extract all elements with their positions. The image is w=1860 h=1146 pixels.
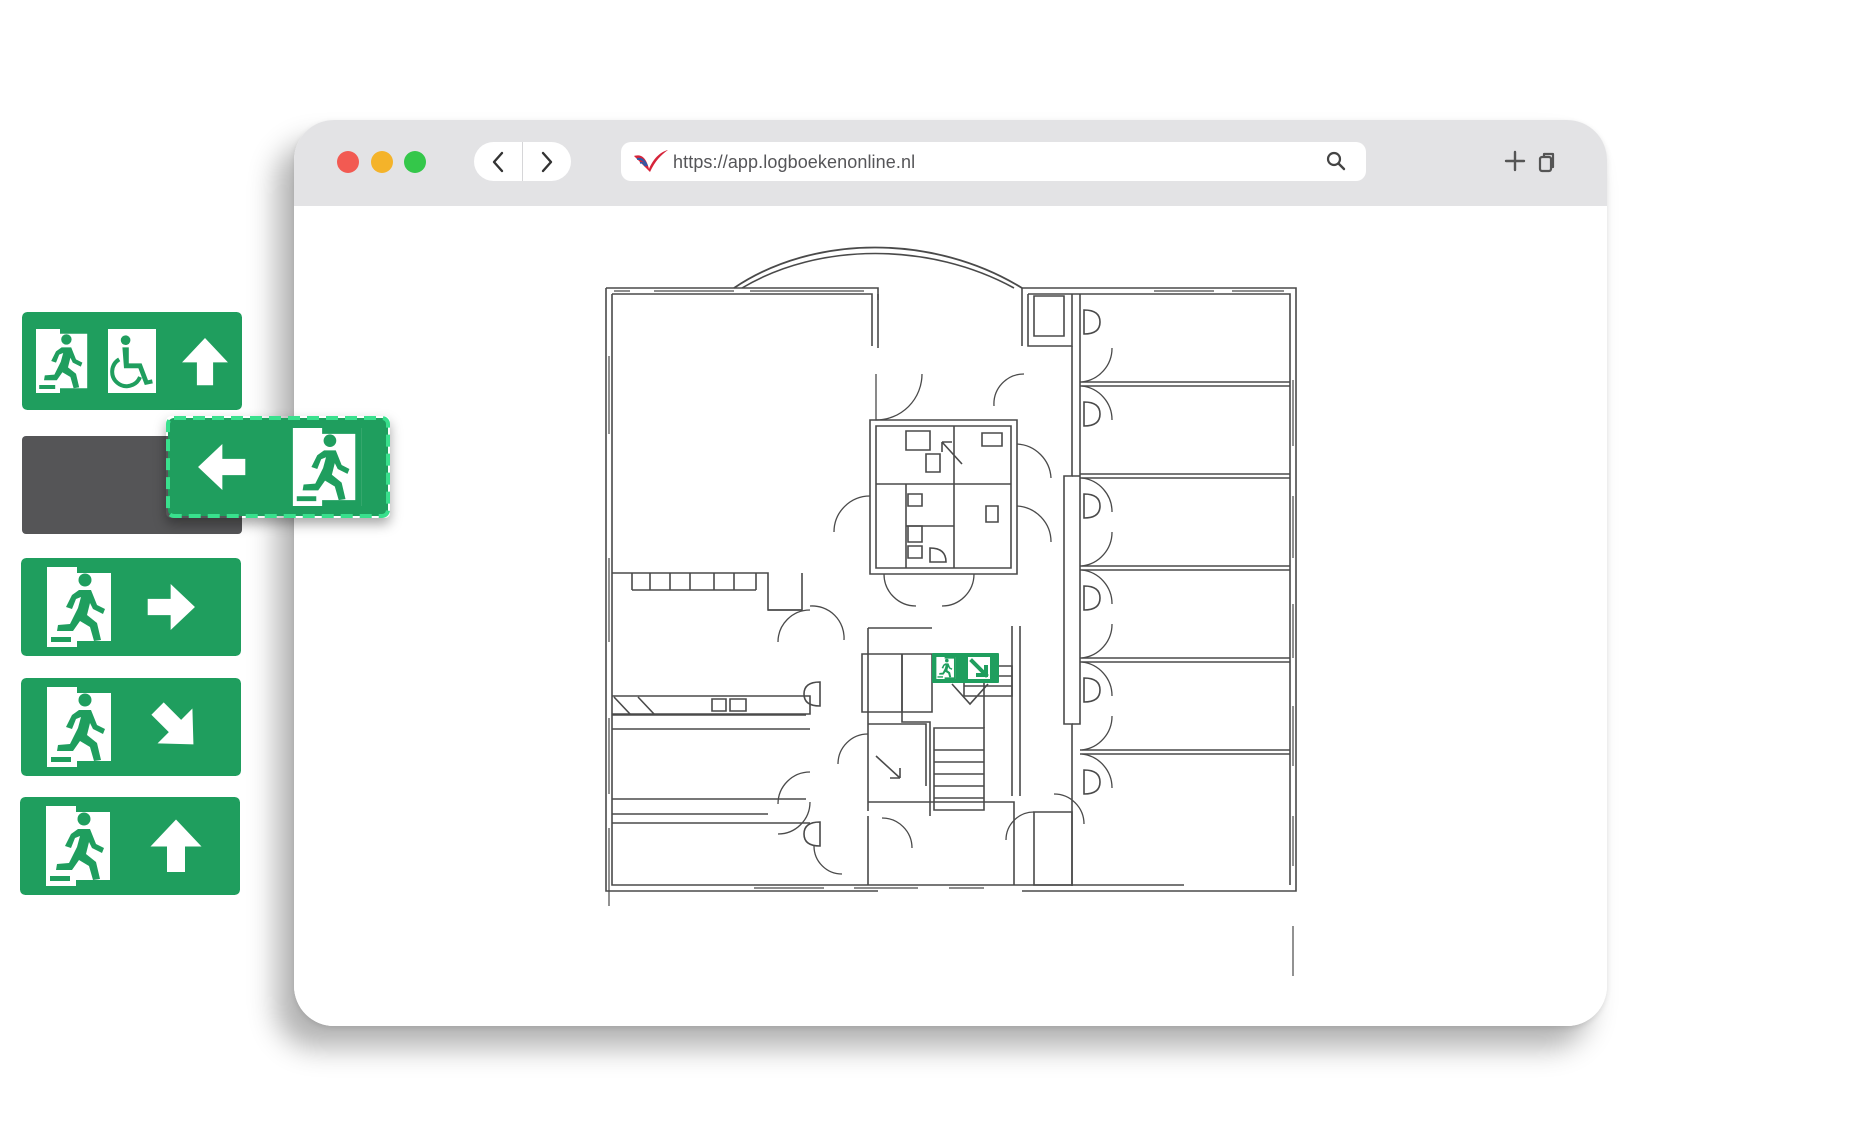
floor-plan-outer-walls: [605, 246, 1297, 976]
plus-icon[interactable]: [1504, 150, 1526, 172]
exit-sign-up[interactable]: [20, 797, 240, 895]
running-person-icon: [47, 567, 117, 647]
search-icon[interactable]: [1326, 151, 1346, 171]
running-person-icon: [292, 428, 362, 506]
navigation-buttons: [474, 142, 571, 181]
exit-sign-right[interactable]: [21, 558, 241, 656]
floor-plan-left-rooms: [612, 572, 811, 824]
running-person-icon: [936, 657, 956, 679]
exit-sign-down-right[interactable]: [21, 678, 241, 776]
running-person-icon: [46, 806, 116, 886]
logboeken-logo: [634, 150, 668, 172]
running-person-icon: [47, 687, 117, 767]
forward-button[interactable]: [523, 142, 571, 181]
close-window-button[interactable]: [337, 151, 359, 173]
chevron-right-icon: [541, 151, 553, 172]
floor-plan-doors: [777, 347, 1113, 875]
exit-sign-wheelchair-up[interactable]: [22, 312, 242, 410]
url-text[interactable]: https://app.logboekenonline.nl: [673, 152, 915, 173]
minimize-window-button[interactable]: [371, 151, 393, 173]
running-person-icon: [36, 329, 92, 393]
placed-exit-sign[interactable]: [932, 653, 999, 683]
chevron-left-icon: [492, 151, 504, 172]
floor-plan[interactable]: [294, 206, 1607, 1026]
browser-window: https://app.logboekenonline.nl: [294, 120, 1607, 1026]
maximize-window-button[interactable]: [404, 151, 426, 173]
page-viewport: [294, 206, 1607, 1026]
wheelchair-icon: [108, 329, 156, 393]
back-button[interactable]: [474, 142, 522, 181]
floor-plan-right-rooms: [803, 288, 1290, 886]
tabs-icon[interactable]: [1538, 151, 1556, 173]
exit-sign-left-selected[interactable]: [166, 416, 390, 518]
address-bar[interactable]: https://app.logboekenonline.nl: [621, 142, 1366, 181]
browser-titlebar: https://app.logboekenonline.nl: [294, 120, 1607, 206]
